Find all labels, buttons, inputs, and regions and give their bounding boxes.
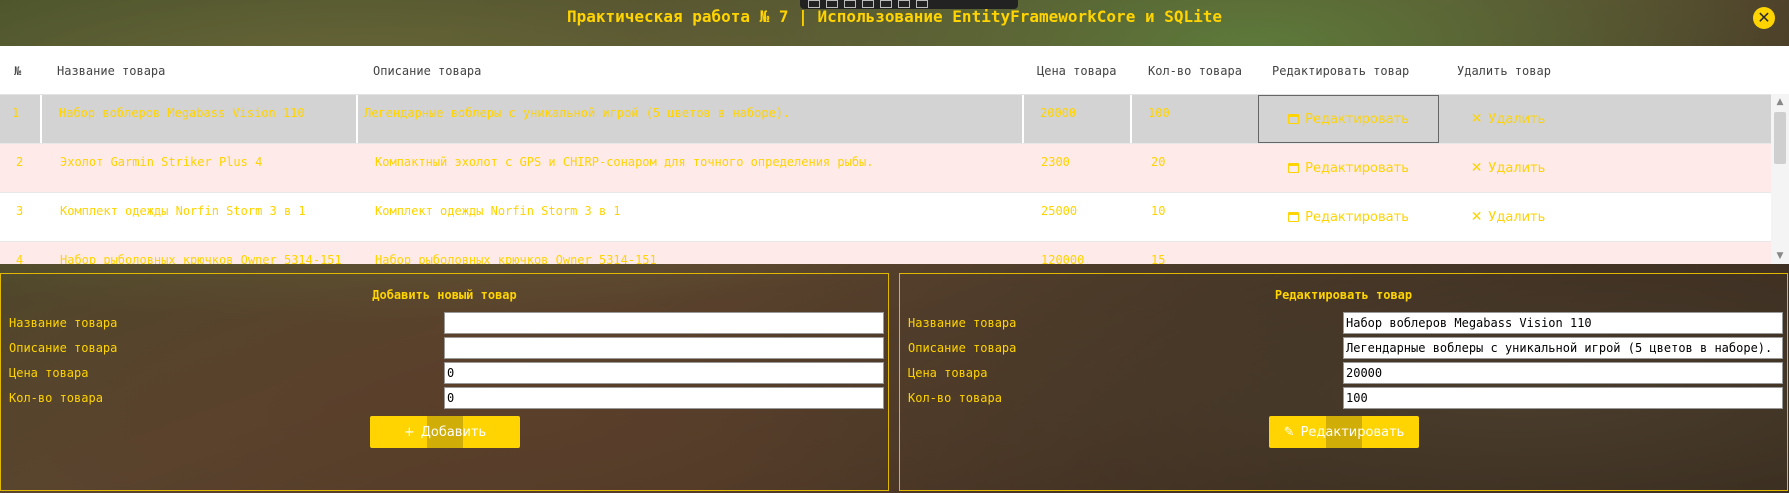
grid-header: № Название товара Описание товара Цена т… — [0, 46, 1771, 95]
cell-quantity: 20 — [1151, 155, 1166, 169]
cell-quantity: 100 — [1148, 106, 1170, 120]
column-header-price[interactable]: Цена товара — [1037, 64, 1116, 78]
add-quantity-label: Кол-во товара — [9, 391, 103, 405]
close-button[interactable]: ✕ — [1753, 7, 1775, 29]
close-icon: ✕ — [1470, 111, 1483, 127]
edit-name-input[interactable]: Набор воблеров Megabass Vision 110 — [1343, 312, 1783, 334]
edit-name-label: Название товара — [908, 316, 1017, 330]
add-description-label: Описание товара — [9, 341, 118, 355]
cell-quantity: 15 — [1151, 253, 1166, 264]
plus-icon: + — [403, 424, 415, 440]
delete-row-button[interactable]: ✕ Удалить — [1440, 95, 1576, 143]
column-header-delete: Удалить товар — [1457, 64, 1551, 78]
column-header-description[interactable]: Описание товара — [373, 64, 481, 78]
edit-row-label: Редактировать — [1305, 111, 1409, 127]
add-description-input[interactable] — [444, 337, 884, 359]
edit-panel-title: Редактировать товар — [1274, 288, 1413, 302]
edit-quantity-input[interactable]: 100 — [1343, 387, 1783, 409]
pencil-icon: ✎ — [1283, 424, 1295, 440]
edit-quantity-label: Кол-во товара — [908, 391, 1002, 405]
table-row[interactable]: 1 Набор воблеров Megabass Vision 110 Лег… — [0, 95, 1771, 144]
table-row[interactable]: 3 Комплект одежды Norfin Storm 3 в 1 Ком… — [0, 193, 1771, 242]
close-icon: ✕ — [1470, 160, 1483, 176]
scroll-down-arrow-icon[interactable]: ▼ — [1771, 248, 1789, 264]
cell-number: 1 — [10, 95, 42, 143]
edit-price-input[interactable]: 20000 — [1343, 362, 1783, 384]
add-product-button[interactable]: + Добавить — [370, 416, 520, 448]
table-row[interactable]: 4 Набор рыболовных крючков Owner 5314-15… — [0, 242, 1771, 264]
scroll-up-arrow-icon[interactable]: ▲ — [1771, 94, 1789, 110]
cell-price: 20000 — [1024, 95, 1132, 143]
cell-number: 4 — [16, 253, 24, 264]
add-panel-title: Добавить новый товар — [372, 288, 517, 302]
delete-row-label: Удалить — [1488, 111, 1546, 127]
calendar-icon — [1288, 114, 1300, 124]
edit-row-button[interactable]: Редактировать — [1258, 95, 1439, 143]
cell-description: Компактный эхолот с GPS и CHIRP-сонаром … — [375, 155, 874, 169]
delete-row-button[interactable]: ✕ Удалить — [1440, 193, 1576, 241]
add-name-label: Название товара — [9, 316, 118, 330]
delete-row-button[interactable]: ✕ Удалить — [1440, 144, 1576, 192]
window-title: Практическая работа № 7 | Использование … — [566, 7, 1223, 26]
cell-price: 25000 — [1041, 204, 1078, 218]
cell-description: Легендарные воблеры с уникальной игрой (… — [358, 95, 1024, 143]
calendar-icon — [1288, 212, 1300, 222]
column-header-number[interactable]: № — [14, 64, 21, 78]
cell-number: 3 — [16, 204, 24, 218]
delete-row-label: Удалить — [1488, 209, 1546, 225]
cell-number: 2 — [16, 155, 24, 169]
products-grid[interactable]: № Название товара Описание товара Цена т… — [0, 46, 1789, 264]
cell-name: Эхолот Garmin Striker Plus 4 — [60, 155, 263, 169]
column-header-edit: Редактировать товар — [1272, 64, 1410, 78]
cell-name: Набор воблеров Megabass Vision 110 — [57, 95, 358, 143]
cell-price: 120000 — [1041, 253, 1085, 264]
close-icon: ✕ — [1470, 209, 1483, 225]
edit-description-label: Описание товара — [908, 341, 1017, 355]
cell-quantity: 10 — [1151, 204, 1166, 218]
table-row[interactable]: 2 Эхолот Garmin Striker Plus 4 Компактны… — [0, 144, 1771, 193]
column-header-quantity[interactable]: Кол-во товара — [1148, 64, 1242, 78]
cell-description: Комплект одежды Norfin Storm 3 в 1 — [375, 204, 621, 218]
delete-row-label: Удалить — [1488, 160, 1546, 176]
edit-row-button[interactable]: Редактировать — [1258, 193, 1439, 241]
grid-scrollbar[interactable]: ▲ ▼ — [1771, 94, 1789, 264]
cell-price: 2300 — [1041, 155, 1070, 169]
title-bar: Практическая работа № 7 | Использование … — [0, 0, 1789, 46]
column-header-name[interactable]: Название товара — [57, 64, 165, 78]
edit-row-label: Редактировать — [1305, 160, 1409, 176]
add-quantity-input[interactable]: 0 — [444, 387, 884, 409]
edit-row-button[interactable]: Редактировать — [1258, 144, 1439, 192]
save-edit-button[interactable]: ✎ Редактировать — [1269, 416, 1419, 448]
edit-product-panel: Редактировать товар Название товара Опис… — [899, 273, 1788, 491]
add-product-button-label: Добавить — [420, 424, 487, 440]
cell-name: Набор рыболовных крючков Owner 5314-151 — [60, 253, 342, 264]
scroll-thumb[interactable] — [1774, 112, 1786, 164]
edit-row-label: Редактировать — [1305, 209, 1409, 225]
cell-name: Комплект одежды Norfin Storm 3 в 1 — [60, 204, 306, 218]
add-price-label: Цена товара — [9, 366, 89, 380]
save-edit-button-label: Редактировать — [1300, 424, 1405, 440]
calendar-icon — [1288, 163, 1300, 173]
cell-description: Набор рыболовных крючков Owner 5314-151 — [375, 253, 657, 264]
edit-price-label: Цена товара — [908, 366, 988, 380]
edit-description-input[interactable]: Легендарные воблеры с уникальной игрой (… — [1343, 337, 1783, 359]
add-name-input[interactable] — [444, 312, 884, 334]
add-price-input[interactable]: 0 — [444, 362, 884, 384]
add-product-panel: Добавить новый товар Название товара Опи… — [0, 273, 889, 491]
